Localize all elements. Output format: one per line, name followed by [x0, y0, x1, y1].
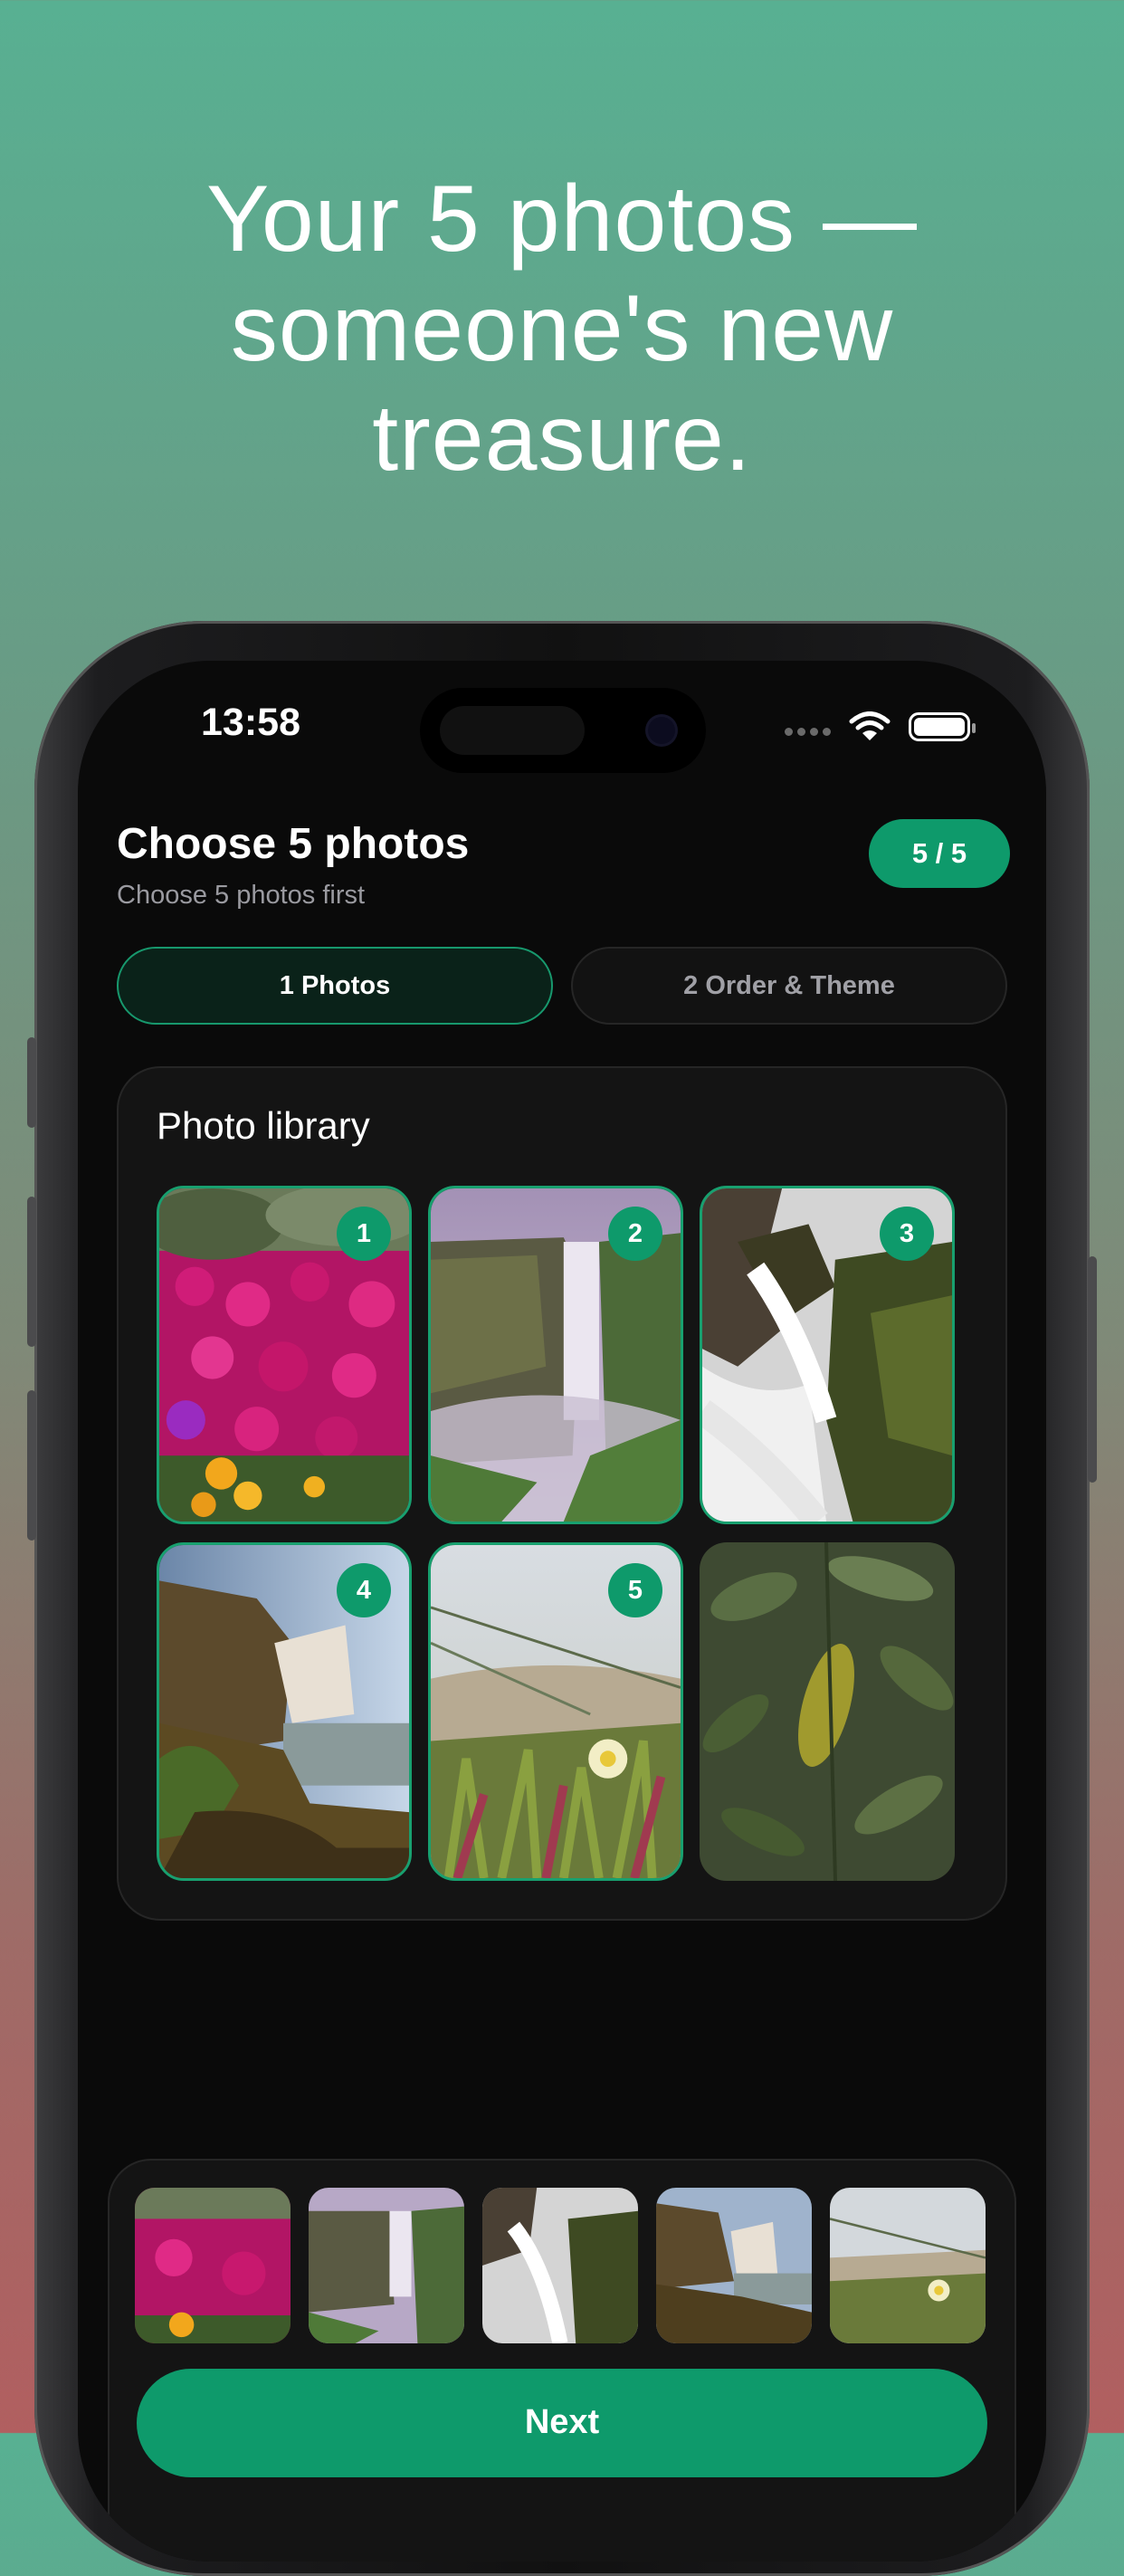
headline-line-3: treasure. [372, 386, 752, 491]
photo-tile-waterfall-misty[interactable]: 2 [428, 1186, 683, 1524]
photo-library-card: Photo library 1 2 3 4 5 [117, 1066, 1007, 1921]
page-subtitle: Choose 5 photos first [117, 881, 366, 910]
photo-green-leaves [700, 1542, 955, 1881]
photo-tile-pink-flowers[interactable]: 1 [157, 1186, 412, 1524]
phone-action-button [27, 1037, 36, 1128]
photo-tile-rocky-cascade[interactable]: 3 [700, 1186, 955, 1524]
next-button[interactable]: Next [137, 2369, 987, 2477]
phone-power-button [1088, 1256, 1097, 1483]
selection-badge: 5 [608, 1563, 662, 1617]
phone-screen: 13:58 Choose 5 photos Choose 5 photos fi… [78, 661, 1046, 2562]
headline-line-2: someone's new [230, 276, 894, 381]
tray-thumb-coastal-flower[interactable] [830, 2188, 986, 2343]
battery-icon [909, 712, 976, 741]
status-time: 13:58 [201, 701, 300, 744]
tab-order-theme[interactable]: 2 Order & Theme [571, 947, 1007, 1025]
tray-thumb-waterfall-misty[interactable] [309, 2188, 464, 2343]
photo-tile-waterfall-cliff[interactable]: 4 [157, 1542, 412, 1881]
dynamic-island [420, 688, 706, 773]
selection-badge: 4 [337, 1563, 391, 1617]
phone-volume-up-button [27, 1197, 36, 1347]
marketing-headline: Your 5 photos — someone's new treasure. [0, 165, 1124, 493]
selection-badge: 3 [880, 1207, 934, 1261]
selection-badge: 2 [608, 1207, 662, 1261]
headline-line-1: Your 5 photos — [206, 167, 918, 272]
camera-icon [648, 717, 675, 744]
photo-tile-green-leaves[interactable] [700, 1542, 955, 1881]
tab-photos[interactable]: 1 Photos [117, 947, 553, 1025]
signal-dots-icon [785, 727, 831, 736]
wifi-icon [849, 711, 891, 740]
photo-tile-coastal-flower[interactable]: 5 [428, 1542, 683, 1881]
tray-thumb-rocky-cascade[interactable] [482, 2188, 638, 2343]
tray-thumb-pink-flowers[interactable] [135, 2188, 291, 2343]
phone-volume-down-button [27, 1390, 36, 1541]
selection-counter-badge: 5 / 5 [869, 819, 1010, 888]
photo-library-title: Photo library [157, 1104, 370, 1147]
page-title: Choose 5 photos [117, 820, 470, 868]
status-icons [785, 711, 976, 742]
selected-photos-tray: Next [108, 2159, 1016, 2562]
selection-badge: 1 [337, 1207, 391, 1261]
tray-thumb-waterfall-cliff[interactable] [656, 2188, 812, 2343]
